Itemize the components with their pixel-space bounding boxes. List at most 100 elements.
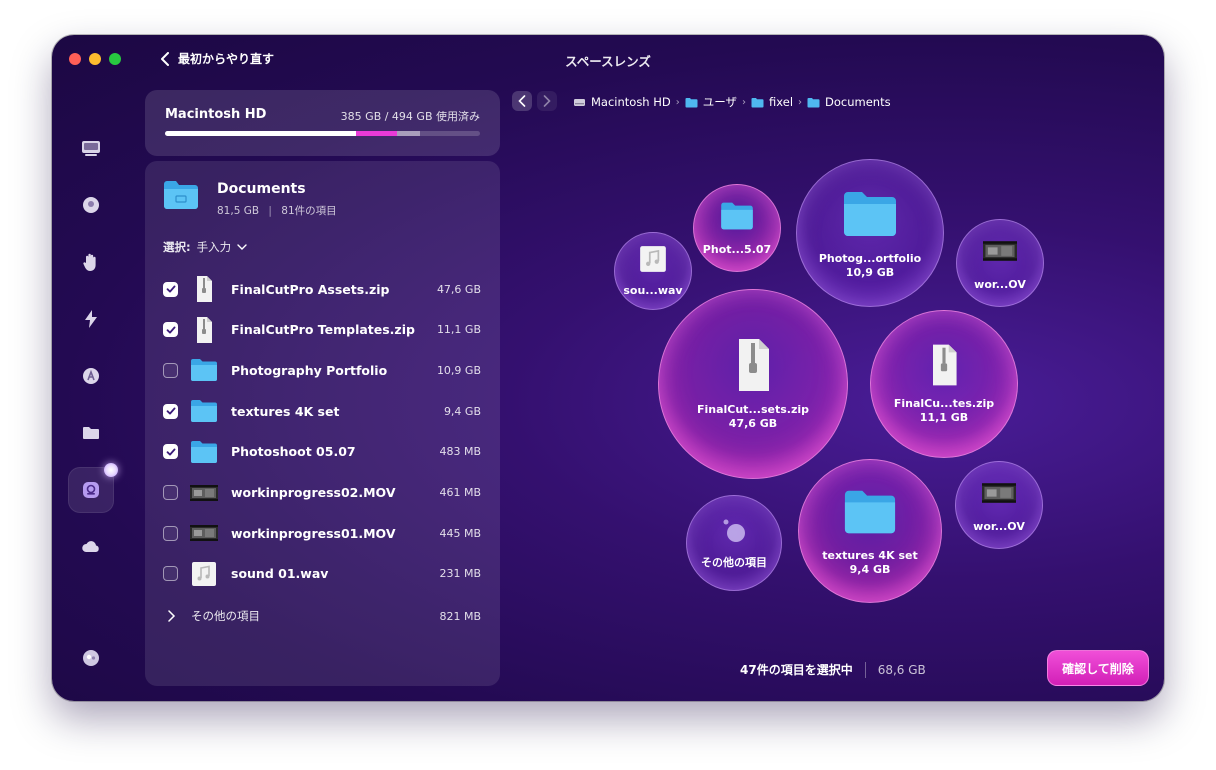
list-item[interactable]: workinprogress02.MOV 461 MB bbox=[163, 475, 481, 511]
bubble-label: textures 4K set bbox=[822, 549, 918, 562]
item-checkbox[interactable] bbox=[163, 485, 178, 500]
chevron-left-icon bbox=[518, 95, 526, 107]
bubble-size: 10,9 GB bbox=[845, 266, 895, 279]
item-name: textures 4K set bbox=[231, 403, 340, 419]
breadcrumb-disk[interactable]: Macintosh HD bbox=[573, 95, 671, 109]
selection-mode-value: 手入力 bbox=[196, 240, 232, 254]
active-indicator-dot bbox=[104, 463, 118, 477]
bubble-label: Phot...5.07 bbox=[702, 243, 772, 256]
list-item[interactable]: Photography Portfolio 10,9 GB bbox=[163, 352, 481, 388]
disk-usage-bar bbox=[165, 131, 480, 136]
zip-icon bbox=[189, 315, 219, 345]
other-items-size: 821 MB bbox=[439, 609, 481, 623]
bubble-label: Photog...ortfolio bbox=[818, 252, 922, 265]
item-size: 445 MB bbox=[439, 526, 481, 540]
bubble[interactable]: Photog...ortfolio 10,9 GB bbox=[796, 159, 944, 307]
folder-icon bbox=[83, 427, 99, 439]
sidebar-item-space-lens[interactable] bbox=[68, 463, 118, 513]
item-name: Photography Portfolio bbox=[231, 362, 388, 378]
sidebar-item-system-junk[interactable] bbox=[68, 125, 114, 171]
item-size: 483 MB bbox=[439, 445, 481, 459]
file-list-panel: Documents 81,5 GB | 81件の項目 選択: 手入力 Final… bbox=[145, 161, 500, 686]
folder-icon bbox=[685, 97, 698, 107]
item-size: 11,1 GB bbox=[436, 323, 481, 337]
sidebar-item-assistant[interactable] bbox=[68, 635, 114, 681]
breadcrumb-label: Macintosh HD bbox=[591, 95, 671, 109]
lightning-icon bbox=[85, 310, 97, 328]
video-icon bbox=[189, 518, 219, 548]
item-checkbox[interactable] bbox=[163, 566, 178, 582]
bubble-label: FinalCu...tes.zip bbox=[893, 397, 995, 410]
item-checkbox[interactable] bbox=[163, 403, 178, 419]
bubble[interactable]: Phot...5.07 bbox=[693, 184, 781, 272]
bubble-label: sou...wav bbox=[623, 284, 683, 297]
selection-mode-row: 選択: 手入力 bbox=[163, 239, 247, 255]
list-item[interactable]: workinprogress01.MOV 445 MB bbox=[163, 515, 481, 551]
folder-icon bbox=[189, 437, 219, 467]
bubble-label: FinalCut...sets.zip bbox=[696, 403, 810, 416]
bubble[interactable]: その他の項目 bbox=[686, 495, 782, 591]
bubble[interactable]: FinalCut...sets.zip 47,6 GB bbox=[658, 289, 848, 479]
bubble-size: 11,1 GB bbox=[919, 411, 969, 424]
item-checkbox[interactable] bbox=[163, 281, 178, 297]
list-item[interactable]: FinalCutPro Assets.zip 47,6 GB bbox=[163, 271, 481, 307]
item-checkbox[interactable] bbox=[163, 444, 178, 460]
item-name: FinalCutPro Templates.zip bbox=[231, 322, 415, 338]
nav-forward-button[interactable] bbox=[537, 91, 557, 111]
breadcrumb-label: ユーザ bbox=[702, 95, 738, 109]
summary-divider bbox=[864, 661, 866, 678]
nav-back-button[interactable] bbox=[512, 91, 532, 111]
folder-icon bbox=[751, 97, 764, 107]
selection-label: 選択: bbox=[163, 240, 191, 254]
list-item[interactable]: Photoshoot 05.07 483 MB bbox=[163, 434, 481, 470]
item-name: FinalCutPro Assets.zip bbox=[231, 281, 390, 297]
list-item[interactable]: textures 4K set 9,4 GB bbox=[163, 393, 481, 429]
folder-icon bbox=[189, 396, 219, 426]
sidebar-item-applications[interactable] bbox=[68, 353, 114, 399]
audio-icon bbox=[638, 244, 668, 278]
bubble-label: wor...OV bbox=[973, 520, 1025, 533]
cloud-icon bbox=[82, 541, 99, 552]
video-icon bbox=[983, 234, 1017, 272]
bubble[interactable]: FinalCu...tes.zip 11,1 GB bbox=[870, 310, 1018, 458]
review-and-delete-button[interactable]: 確認して削除 bbox=[1047, 650, 1149, 686]
bubble[interactable]: textures 4K set 9,4 GB bbox=[798, 459, 942, 603]
item-size: 47,6 GB bbox=[436, 282, 481, 296]
breadcrumb-separator: › bbox=[798, 96, 803, 108]
item-name: workinprogress02.MOV bbox=[231, 485, 396, 500]
bubble-size: 47,6 GB bbox=[728, 417, 778, 430]
sidebar-item-files[interactable] bbox=[68, 410, 114, 456]
app-window: 最初からやり直す スペースレンズ Macintosh HD 385 GB / 4… bbox=[52, 35, 1164, 701]
item-checkbox[interactable] bbox=[163, 525, 178, 541]
item-name: workinprogress01.MOV bbox=[231, 525, 396, 541]
app-store-icon bbox=[83, 368, 99, 384]
chevron-down-icon[interactable] bbox=[237, 243, 247, 251]
bubble[interactable]: wor...OV bbox=[956, 219, 1044, 307]
selection-mode-dropdown[interactable]: 手入力 bbox=[197, 239, 232, 255]
other-items-row[interactable]: その他の項目 821 MB bbox=[163, 603, 481, 629]
sidebar-item-speed[interactable] bbox=[68, 296, 114, 342]
sidebar-item-privacy[interactable] bbox=[68, 239, 114, 285]
disk-used-segment bbox=[165, 131, 356, 136]
other-items-label: その他の項目 bbox=[191, 609, 260, 623]
sidebar bbox=[66, 115, 118, 695]
bubble[interactable]: sou...wav bbox=[614, 232, 692, 310]
breadcrumb-separator: › bbox=[742, 96, 747, 108]
list-item[interactable]: sound 01.wav 231 MB bbox=[163, 556, 481, 592]
more-items-icon bbox=[719, 516, 749, 550]
breadcrumb-user[interactable]: fixel bbox=[751, 95, 793, 109]
item-checkbox[interactable] bbox=[163, 322, 178, 338]
sidebar-item-cloud[interactable] bbox=[68, 524, 114, 570]
audio-icon bbox=[189, 559, 219, 589]
list-item[interactable]: FinalCutPro Templates.zip 11,1 GB bbox=[163, 312, 481, 348]
folder-icon bbox=[807, 97, 820, 107]
item-size: 461 MB bbox=[439, 486, 481, 499]
breadcrumb-users[interactable]: ユーザ bbox=[685, 94, 737, 110]
bubble-size: 9,4 GB bbox=[849, 563, 891, 576]
selected-count: 47件の項目を選択中 bbox=[740, 663, 853, 677]
breadcrumb-documents[interactable]: Documents bbox=[807, 95, 891, 109]
item-checkbox[interactable] bbox=[163, 362, 178, 378]
bubble[interactable]: wor...OV bbox=[955, 461, 1043, 549]
sidebar-item-protection[interactable] bbox=[68, 182, 114, 228]
zip-icon bbox=[922, 343, 966, 391]
